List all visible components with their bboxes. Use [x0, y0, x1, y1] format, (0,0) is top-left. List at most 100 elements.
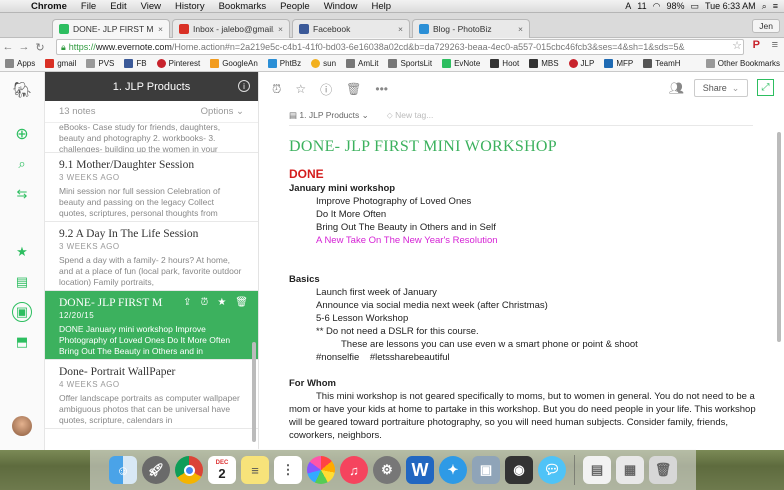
chrome-menu-icon[interactable]: ≡ [772, 39, 778, 51]
reminder-icon[interactable]: ⏰︎ [201, 297, 209, 308]
close-icon[interactable]: × [278, 24, 283, 34]
close-icon[interactable]: × [398, 24, 403, 34]
battery-icon[interactable]: ▭ [690, 1, 699, 12]
document-icon[interactable]: ▤ [583, 456, 611, 484]
tab-evernote[interactable]: DONE- JLP FIRST MINI W × [52, 19, 170, 38]
tags-icon[interactable]: ⬒ [12, 332, 32, 352]
bookmark-fb[interactable]: FB [119, 59, 151, 68]
options-dropdown[interactable]: Options ⌄ [201, 106, 244, 117]
close-icon[interactable]: × [158, 24, 163, 34]
notebooks-icon[interactable]: ▣ [12, 302, 32, 322]
bookmark-mfp[interactable]: MFP [599, 59, 638, 68]
list-item[interactable]: 9.1 Mother/Daughter Session 3 WEEKS AGO … [45, 153, 258, 222]
tab-gmail[interactable]: Inbox - jalebo@gmail.com × [172, 19, 290, 38]
menu-view[interactable]: View [134, 1, 168, 12]
bookmark-star-icon[interactable]: ☆ [732, 39, 742, 52]
menu-file[interactable]: File [74, 1, 103, 12]
bookmark-pinterest[interactable]: Pinterest [152, 59, 206, 68]
tag-input[interactable]: ⬦ New tag... [387, 110, 434, 121]
shortcuts-star-icon[interactable]: ★ [12, 242, 32, 262]
bookmark-googlean[interactable]: GoogleAn [205, 59, 263, 68]
bookmark-mbs[interactable]: MBS [524, 59, 563, 68]
reminders-icon[interactable]: ⋮ [274, 456, 302, 484]
notebook-selector[interactable]: ▤ 1. JLP Products ⌄ [289, 110, 369, 121]
list-item[interactable]: Done- Portrait WallPaper 4 WEEKS AGO Off… [45, 360, 258, 429]
avatar[interactable] [12, 416, 32, 436]
menu-history[interactable]: History [168, 1, 212, 12]
new-note-icon[interactable]: ⊕ [12, 124, 32, 144]
spotlight-icon[interactable]: ⌕ [762, 1, 767, 12]
back-icon[interactable]: ← [0, 41, 16, 53]
bookmark-hoot[interactable]: Hoot [485, 59, 524, 68]
info-icon[interactable]: i [238, 80, 250, 92]
system-preferences-icon[interactable]: ⚙ [373, 456, 401, 484]
people-icon[interactable]: 👥︎ [669, 81, 684, 95]
note-body[interactable]: DONE January mini workshop Improve Photo… [289, 166, 759, 442]
preview-icon[interactable]: ▣ [472, 456, 500, 484]
bookmark-apps[interactable]: Apps [0, 59, 40, 68]
evernote-logo-icon[interactable]: 🐘︎ [12, 80, 32, 100]
info-icon[interactable]: ⓘ [320, 81, 332, 98]
launchpad-icon[interactable]: 🚀︎ [142, 456, 170, 484]
wifi-icon[interactable]: ◠ [653, 1, 661, 12]
bookmark-evnote[interactable]: EvNote [437, 59, 485, 68]
address-bar[interactable]: 🔒︎ https://www.evernote.com/Home.action#… [56, 39, 744, 55]
chrome-icon[interactable] [175, 456, 203, 484]
notes-icon[interactable]: ▤ [12, 272, 32, 292]
safari-icon[interactable]: ✦ [439, 456, 467, 484]
note-title-input[interactable]: DONE- JLP FIRST MINI WORKSHOP [289, 138, 557, 156]
trash-icon[interactable]: 🗑︎ [346, 82, 361, 96]
calendar-icon[interactable]: DEC 2 [208, 456, 236, 484]
more-icon[interactable]: ••• [375, 82, 388, 96]
menu-chrome[interactable]: Chrome [24, 1, 74, 12]
bookmark-phtbz[interactable]: PhtBz [263, 59, 306, 68]
notification-center-icon[interactable]: ≡ [773, 1, 778, 11]
star-icon[interactable]: ★ [217, 297, 226, 308]
photo-booth-icon[interactable]: ◉ [505, 456, 533, 484]
notes-app-icon[interactable]: ≡ [241, 456, 269, 484]
list-item[interactable]: 9.2 A Day In The Life Session 3 WEEKS AG… [45, 222, 258, 291]
adobe-icon[interactable]: A [625, 1, 631, 11]
menubar-clock[interactable]: Tue 6:33 AM [705, 1, 756, 11]
bookmark-sun[interactable]: sun [306, 59, 341, 68]
section-heading: Basics [289, 274, 320, 285]
work-chat-icon[interactable]: ⇆ [12, 184, 32, 204]
menu-bookmarks[interactable]: Bookmarks [212, 1, 274, 12]
list-item[interactable]: eBooks- Case study for friends, daughter… [45, 123, 258, 153]
messages-icon[interactable]: 💬︎ [538, 456, 566, 484]
forward-icon[interactable]: → [16, 41, 32, 53]
bookmark-other[interactable]: Other Bookmarks [701, 59, 784, 68]
photos-icon[interactable] [307, 456, 335, 484]
close-icon[interactable]: × [518, 24, 523, 34]
menu-help[interactable]: Help [364, 1, 398, 12]
profile-button[interactable]: Jen [752, 19, 780, 33]
reminder-icon[interactable]: ⏰︎ [272, 82, 281, 97]
editor-scrollbar[interactable] [777, 132, 781, 342]
bookmark-sportslit[interactable]: SportsLit [383, 59, 437, 68]
list-item-selected[interactable]: DONE- JLP FIRST MINI WORKSHOP ⇪ ⏰︎ ★ 🗑︎ … [45, 291, 258, 360]
trash-icon[interactable]: 🗑︎ [235, 297, 248, 308]
bookmark-pvs[interactable]: PVS [81, 59, 119, 68]
itunes-icon[interactable]: ♫ [340, 456, 368, 484]
bookmark-gmail[interactable]: gmail [40, 59, 81, 68]
tab-facebook[interactable]: Facebook × [292, 19, 410, 38]
downloads-stack-icon[interactable]: ▦ [616, 456, 644, 484]
share-icon[interactable]: ⇪ [183, 297, 191, 308]
finder-icon[interactable]: ☺ [109, 456, 137, 484]
word-icon[interactable]: W [406, 456, 434, 484]
reload-icon[interactable]: ↻ [32, 41, 48, 54]
search-icon[interactable]: ⌕ [12, 154, 32, 174]
note-list-scrollbar[interactable] [252, 342, 256, 442]
bookmark-amlit[interactable]: AmLit [341, 59, 383, 68]
tab-photobiz[interactable]: Blog - PhotoBiz × [412, 19, 530, 38]
menu-people[interactable]: People [273, 1, 317, 12]
expand-icon[interactable]: ⤢ [757, 79, 774, 96]
menu-window[interactable]: Window [317, 1, 365, 12]
share-button[interactable]: Share ⌄ [694, 79, 748, 97]
trash-icon[interactable]: 🗑︎ [649, 456, 677, 484]
star-icon[interactable]: ☆ [295, 82, 306, 96]
menu-edit[interactable]: Edit [103, 1, 133, 12]
bookmark-jlp[interactable]: JLP [564, 59, 600, 68]
pinterest-extension-icon[interactable]: P [753, 39, 760, 51]
bookmark-teamh[interactable]: TeamH [638, 59, 685, 68]
